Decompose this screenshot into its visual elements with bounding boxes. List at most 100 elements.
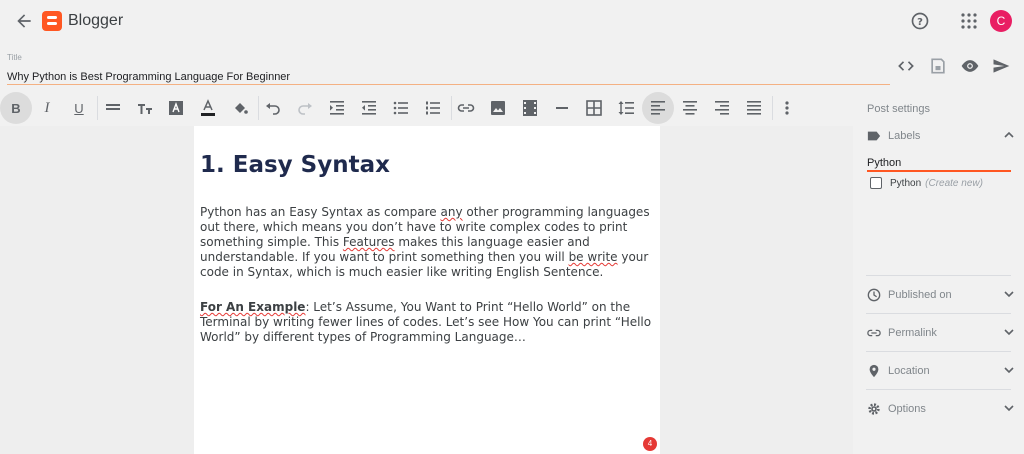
back-arrow-icon[interactable] [14, 11, 34, 31]
bulleted-list-icon [393, 101, 408, 115]
permalink-section[interactable]: Permalink [867, 323, 1015, 343]
bold-button[interactable]: B [0, 92, 32, 124]
clock-icon [867, 288, 881, 302]
spellcheck-word: be write [568, 250, 618, 264]
text-color-button[interactable] [192, 92, 224, 124]
video-film-icon [523, 100, 537, 116]
bold-lead-text: For An Example [200, 300, 306, 314]
content-heading: 1. Easy Syntax [200, 152, 390, 178]
svg-text:?: ? [917, 17, 923, 28]
justify-icon [747, 101, 761, 115]
chevron-down-icon [1004, 367, 1014, 374]
link-icon [867, 329, 881, 337]
indent-icon [330, 101, 344, 115]
label-suggestion-text: Python [890, 177, 922, 189]
indent-button[interactable] [321, 92, 353, 124]
table-icon [586, 100, 602, 116]
chevron-down-icon [1004, 405, 1014, 412]
label-suggestion[interactable]: Python (Create new) [870, 177, 983, 189]
paragraph-text: Python has an Easy Syntax as compare [200, 205, 441, 219]
text-style-button[interactable] [160, 92, 192, 124]
insert-table-button[interactable] [578, 92, 610, 124]
location-label: Location [888, 365, 930, 377]
app-bar: Blogger ? C [0, 0, 1024, 42]
labels-section-header[interactable]: Labels [867, 126, 1015, 146]
justify-button[interactable] [738, 92, 770, 124]
insert-video-button[interactable] [514, 92, 546, 124]
editor-canvas[interactable]: 1. Easy Syntax Python has an Easy Syntax… [194, 126, 660, 454]
align-left-icon [651, 101, 665, 115]
spellcheck-word: Features [342, 235, 395, 249]
labels-heading: Labels [888, 130, 921, 142]
chevron-down-icon [1004, 329, 1014, 336]
insert-image-button[interactable] [482, 92, 514, 124]
app-name: Blogger [68, 12, 124, 29]
chevron-down-icon [1004, 291, 1014, 298]
undo-button[interactable] [257, 92, 289, 124]
spellcheck-word: any [440, 205, 463, 219]
labels-input[interactable] [867, 155, 1011, 172]
post-settings-panel: Post settings Labels Published on Permal… [853, 90, 1024, 454]
underline-button[interactable]: U [63, 92, 95, 124]
redo-button[interactable] [289, 92, 321, 124]
outdent-icon [362, 101, 376, 115]
published-on-section[interactable]: Published on [867, 285, 1015, 305]
location-section[interactable]: Location [867, 361, 1015, 381]
label-tag-icon [867, 131, 881, 141]
highlight-color-button[interactable] [224, 92, 256, 124]
location-pin-icon [869, 364, 879, 378]
align-left-button[interactable] [642, 92, 674, 124]
apps-grid-icon[interactable] [960, 12, 978, 30]
post-settings-title: Post settings [867, 103, 930, 115]
bulleted-list-button[interactable] [385, 92, 417, 124]
permalink-label: Permalink [888, 327, 937, 339]
create-new-hint: (Create new) [925, 177, 983, 189]
html-view-icon[interactable] [896, 56, 916, 76]
label-checkbox[interactable] [870, 177, 882, 189]
paragraph-icon [106, 104, 120, 110]
italic-button[interactable]: I [31, 92, 63, 124]
align-center-button[interactable] [674, 92, 706, 124]
chevron-up-icon [1004, 131, 1014, 138]
section-divider [866, 351, 1011, 352]
numbered-list-icon [426, 101, 440, 115]
insert-jump-break-button[interactable] [546, 92, 578, 124]
section-divider [866, 389, 1011, 390]
section-divider [866, 313, 1011, 314]
line-spacing-icon [618, 101, 634, 115]
more-options-button[interactable] [771, 92, 803, 124]
insert-link-button[interactable] [450, 92, 482, 124]
title-caption: Title [7, 53, 22, 62]
text-style-icon [169, 101, 183, 115]
gear-icon [868, 403, 880, 415]
avatar[interactable]: C [990, 10, 1012, 32]
text-color-icon [201, 99, 215, 116]
grammar-issues-badge[interactable]: 4 [643, 437, 657, 451]
image-icon [491, 101, 505, 115]
more-vert-icon [785, 101, 789, 115]
content-paragraph-1: Python has an Easy Syntax as compare any… [200, 205, 654, 280]
undo-icon [266, 103, 280, 115]
formatting-toolbar: B I U [0, 90, 853, 126]
title-input[interactable] [7, 69, 890, 85]
align-right-icon [715, 101, 729, 115]
font-size-button[interactable] [129, 92, 161, 124]
outdent-button[interactable] [353, 92, 385, 124]
line-spacing-button[interactable] [610, 92, 642, 124]
content-paragraph-2: For An Example: Let’s Assume, You Want t… [200, 300, 654, 345]
help-icon[interactable]: ? [910, 11, 930, 31]
options-label: Options [888, 403, 926, 415]
save-icon[interactable] [928, 56, 948, 76]
paragraph-format-button[interactable] [97, 92, 129, 124]
blogger-logo [42, 11, 62, 31]
numbered-list-button[interactable] [417, 92, 449, 124]
link-icon [457, 104, 475, 112]
text-size-icon [138, 104, 152, 114]
align-right-button[interactable] [706, 92, 738, 124]
fill-bucket-icon [235, 103, 248, 114]
preview-eye-icon[interactable] [960, 56, 980, 76]
publish-send-icon[interactable] [991, 56, 1011, 76]
options-section[interactable]: Options [867, 399, 1015, 419]
redo-icon [298, 103, 312, 115]
published-on-label: Published on [888, 289, 952, 301]
